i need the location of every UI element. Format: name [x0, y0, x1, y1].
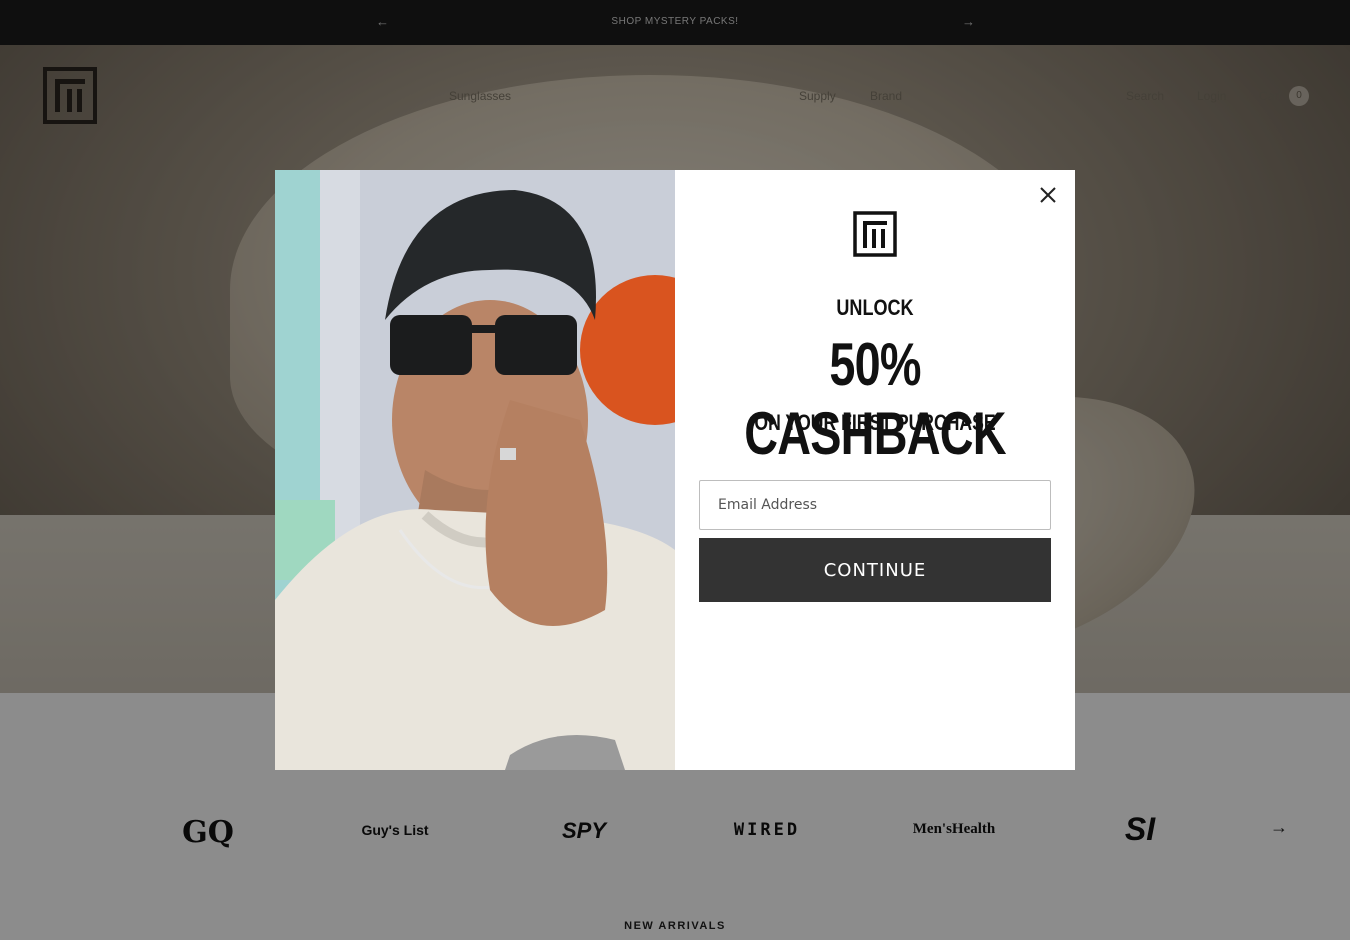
model-photo	[275, 170, 675, 770]
popup-headline: 50% CASHBACK	[744, 331, 1006, 467]
signup-modal: UNLOCK 50% CASHBACK ON YOUR FIRST PURCHA…	[275, 170, 1075, 770]
email-field[interactable]	[699, 480, 1051, 530]
popup-subheadline: ON YOUR FIRST PURCHASE	[754, 410, 996, 435]
close-icon[interactable]	[1037, 184, 1059, 206]
popup-unlock-text: UNLOCK	[836, 295, 914, 320]
continue-button[interactable]: CONTINUE	[699, 538, 1051, 602]
signup-panel: UNLOCK 50% CASHBACK ON YOUR FIRST PURCHA…	[675, 170, 1075, 770]
brand-logo-icon	[853, 211, 897, 257]
